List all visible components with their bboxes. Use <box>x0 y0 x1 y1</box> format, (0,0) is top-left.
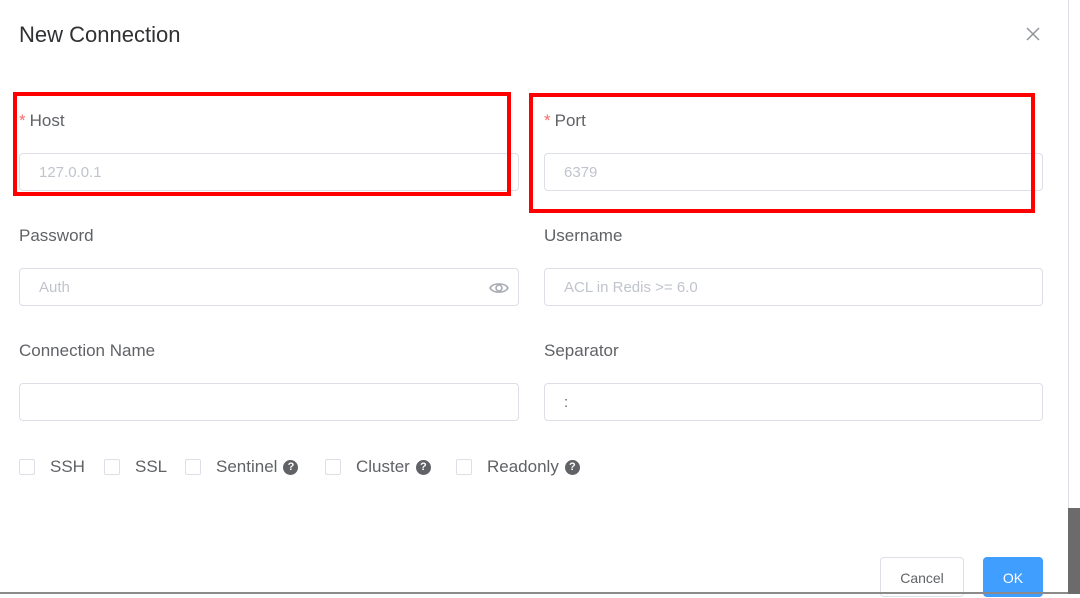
readonly-label: Readonly <box>487 457 559 476</box>
readonly-checkbox-box[interactable] <box>456 459 472 475</box>
port-highlight-box <box>529 93 1035 213</box>
connection-name-input[interactable] <box>19 383 519 421</box>
separator-label: Separator <box>544 341 619 360</box>
connection-name-label: Connection Name <box>19 341 156 360</box>
dialog-title: New Connection <box>19 22 181 47</box>
readonly-help-icon[interactable]: ? <box>564 459 580 475</box>
new-connection-dialog: New Connection * Host 127.0.0.1 * Port 637… <box>0 0 1068 597</box>
separator-value: : <box>564 394 569 411</box>
readonly-checkbox[interactable]: Readonly ? <box>456 457 580 477</box>
ssh-label: SSH <box>50 457 85 476</box>
cluster-help-icon[interactable]: ? <box>415 459 431 475</box>
close-icon[interactable] <box>1023 24 1043 44</box>
sentinel-help-icon[interactable]: ? <box>283 459 299 475</box>
scrollbar-thumb[interactable] <box>1068 508 1080 594</box>
host-highlight-box <box>13 92 511 196</box>
password-input[interactable]: Auth <box>19 268 519 306</box>
ok-button[interactable]: OK <box>983 557 1043 597</box>
password-label: Password <box>19 226 94 245</box>
sentinel-label: Sentinel <box>216 457 278 476</box>
ssl-label: SSL <box>135 457 168 476</box>
password-placeholder: Auth <box>39 279 70 296</box>
separator-input[interactable]: : <box>544 383 1043 421</box>
scrollbar-track <box>1068 0 1069 594</box>
sentinel-checkbox-box[interactable] <box>185 459 201 475</box>
cancel-button[interactable]: Cancel <box>880 557 964 597</box>
username-placeholder: ACL in Redis >= 6.0 <box>564 279 698 296</box>
page-scrollbar[interactable] <box>1068 0 1080 594</box>
ssl-checkbox[interactable]: SSL <box>104 457 167 477</box>
ssh-checkbox[interactable]: SSH <box>19 457 85 477</box>
username-input[interactable]: ACL in Redis >= 6.0 <box>544 268 1043 306</box>
ssh-checkbox-box[interactable] <box>19 459 35 475</box>
username-label: Username <box>544 226 623 245</box>
cluster-checkbox-box[interactable] <box>325 459 341 475</box>
eye-icon[interactable] <box>489 280 509 296</box>
cluster-label: Cluster <box>356 457 410 476</box>
cluster-checkbox[interactable]: Cluster ? <box>325 457 431 477</box>
sentinel-checkbox[interactable]: Sentinel ? <box>185 457 299 477</box>
ssl-checkbox-box[interactable] <box>104 459 120 475</box>
